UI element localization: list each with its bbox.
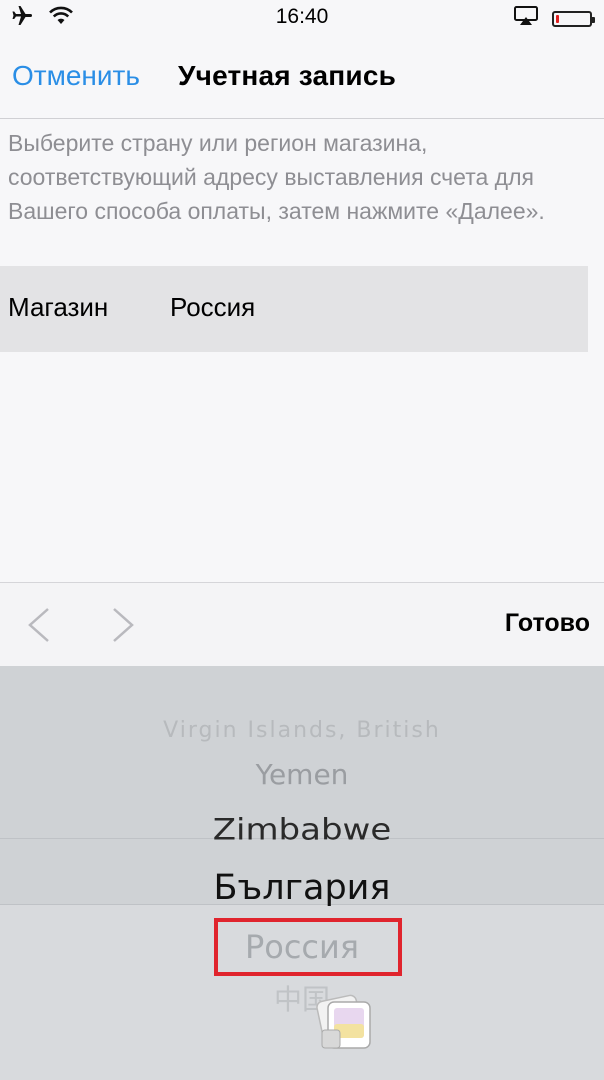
store-value: Россия [170,292,256,322]
status-bar: 16:40 [0,0,604,34]
chevron-right-icon[interactable] [100,603,144,647]
store-label: Магазин [8,292,109,322]
country-picker[interactable]: Virgin Islands, British Yemen Zimbabwe Б… [0,666,604,1080]
cancel-button[interactable]: Отменить [12,60,140,92]
picker-toolbar: Готово [0,582,604,667]
battery-fill [556,14,559,23]
airplay-icon [514,6,538,31]
picker-item[interactable]: Yemen [0,758,604,791]
instruction-text: Выберите страну или регион магазина, соо… [8,130,545,224]
selection-highlight [214,918,402,976]
chevron-left-icon[interactable] [18,603,62,647]
picker-item[interactable]: Virgin Islands, British [0,718,604,743]
done-button[interactable]: Готово [505,609,590,638]
store-country-row[interactable]: Магазин Россия [0,266,588,352]
page-title: Учетная запись [178,60,397,91]
picker-item[interactable]: България [0,868,604,908]
navigation-bar: Отменить Учетная запись [0,34,604,119]
photos-app-icon [314,990,378,1056]
battery-icon [552,10,595,27]
picker-item[interactable]: 中国 [0,978,604,1018]
picker-item[interactable]: Zimbabwe [0,813,604,847]
